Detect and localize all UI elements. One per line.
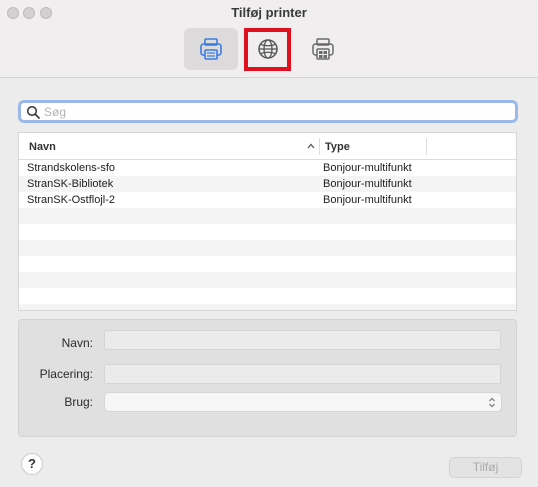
name-field[interactable] <box>104 330 501 350</box>
search-field[interactable] <box>18 100 518 123</box>
empty-row <box>19 272 516 288</box>
search-input[interactable] <box>44 104 484 119</box>
location-label: Placering: <box>39 367 93 381</box>
empty-row <box>19 288 516 304</box>
empty-row <box>19 208 516 224</box>
printer-name: Strandskolens-sfo <box>27 162 116 174</box>
table-row[interactable]: StranSK-Bibliotek Bonjour-multifunkt <box>19 176 516 192</box>
column-separator[interactable] <box>426 138 427 155</box>
table-row[interactable]: StranSK-Ostflojl-2 Bonjour-multifunkt <box>19 192 516 208</box>
search-icon <box>26 105 40 119</box>
printer-details-panel: Navn: Placering: Brug: <box>18 319 517 437</box>
table-body: Strandskolens-sfo Bonjour-multifunkt Str… <box>19 160 516 310</box>
toolbar-ip-button[interactable] <box>241 28 295 70</box>
window-title: Tilføj printer <box>231 5 307 20</box>
help-button[interactable]: ? <box>21 453 43 475</box>
toolbar-windows-button[interactable] <box>296 28 350 70</box>
printer-name: StranSK-Bibliotek <box>27 178 114 190</box>
column-header-type[interactable]: Type <box>325 141 350 153</box>
printer-name: StranSK-Ostflojl-2 <box>27 194 116 206</box>
up-down-chevron-icon <box>489 397 495 408</box>
empty-row <box>19 240 516 256</box>
table-header: Navn Type <box>19 133 516 160</box>
name-label: Navn: <box>61 336 93 350</box>
printer-type: Bonjour-multifunkt <box>323 162 412 174</box>
table-row[interactable]: Strandskolens-sfo Bonjour-multifunkt <box>19 160 516 176</box>
location-field[interactable] <box>104 364 501 384</box>
printer-type: Bonjour-multifunkt <box>323 194 412 206</box>
default-printer-icon <box>200 38 222 60</box>
printer-table: Navn Type Strandskolens-sfo Bonjour-mult… <box>18 132 517 311</box>
globe-icon <box>258 39 278 59</box>
title-bar: Tilføj printer <box>0 0 538 78</box>
printer-type: Bonjour-multifunkt <box>323 178 412 190</box>
empty-row <box>19 224 516 240</box>
use-select[interactable] <box>104 392 502 412</box>
empty-row <box>19 304 516 310</box>
toolbar-default-button[interactable] <box>184 28 238 70</box>
empty-row <box>19 256 516 272</box>
column-header-navn[interactable]: Navn <box>29 141 56 153</box>
add-button[interactable]: Tilføj <box>449 457 522 478</box>
sort-ascending-icon[interactable] <box>306 141 316 151</box>
column-separator[interactable] <box>319 138 320 155</box>
use-label: Brug: <box>64 395 93 409</box>
windows-printer-icon <box>312 38 334 60</box>
